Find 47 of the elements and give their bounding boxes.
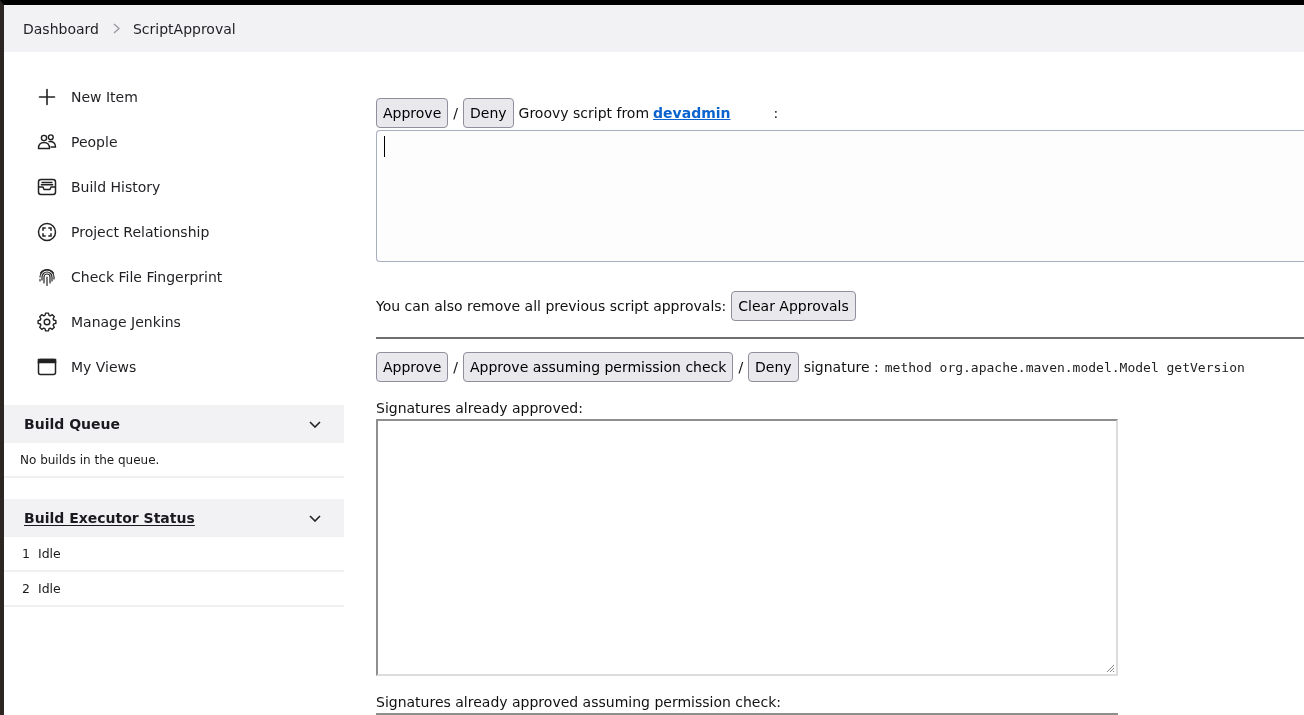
resize-grip-icon[interactable] [1105, 663, 1115, 673]
breadcrumb-link[interactable]: Dashboard [23, 20, 99, 37]
inbox-icon [37, 176, 57, 197]
action-button[interactable]: Approve assuming permission check [463, 352, 734, 382]
chevron-right-icon [112, 23, 120, 34]
sidebar-item[interactable]: Check File Fingerprint [4, 254, 344, 299]
slash-separator: / [738, 359, 744, 375]
gear-icon [37, 311, 57, 332]
signature-label: signature : [803, 359, 879, 375]
approved-assuming-permission-label: Signatures already approved assuming permission check: [376, 694, 782, 710]
plus-icon [37, 86, 57, 107]
action-button[interactable]: Deny [463, 98, 514, 128]
queue-message: No builds in the queue. [4, 443, 344, 478]
sidebar-item[interactable]: Project Relationship [4, 209, 344, 254]
clear-approvals-button[interactable]: Clear Approvals [731, 291, 856, 321]
fingerprint-icon [37, 266, 57, 287]
action-button[interactable]: Deny [748, 352, 799, 382]
focus-circle-icon [37, 221, 57, 242]
script-field[interactable] [376, 130, 1304, 262]
sidebar-item[interactable]: Build History [4, 164, 344, 209]
sidebar-item[interactable]: Manage Jenkins [4, 299, 344, 344]
executor-number: 2 [22, 581, 30, 596]
sidebar-item[interactable]: My Views [4, 344, 344, 389]
approved-signatures-field[interactable] [376, 419, 1118, 676]
slash-separator: / [453, 105, 458, 121]
clear-approvals-text: You can also remove all previous script approvals: [376, 298, 727, 314]
breadcrumb-link[interactable]: ScriptApproval [132, 20, 236, 37]
chevron-down-icon[interactable] [309, 420, 321, 428]
user-link[interactable]: devadmin [653, 105, 731, 121]
text-cursor [384, 136, 385, 157]
people-icon [37, 131, 57, 152]
colon-text: : [773, 105, 779, 121]
executor-status: Idle [37, 581, 61, 596]
action-button[interactable]: Approve [376, 352, 449, 382]
executor-number: 1 [22, 546, 30, 561]
panel-title-link[interactable]: Build Executor Status [24, 510, 195, 526]
action-button[interactable]: Approve [376, 98, 449, 128]
panel-title: Build Queue [24, 416, 120, 432]
sidebar-item[interactable]: People [4, 119, 344, 164]
script-source-text: Groovy script from [518, 105, 650, 121]
slash-separator: / [453, 359, 458, 375]
chevron-down-icon[interactable] [309, 514, 321, 522]
sidebar-item[interactable]: New Item [4, 74, 344, 119]
signature-text: method org.apache.maven.model.Model getVersion [884, 359, 1245, 375]
window-icon [37, 356, 57, 377]
approved-signatures-label: Signatures already approved: [376, 400, 584, 416]
executor-status: Idle [37, 546, 61, 561]
